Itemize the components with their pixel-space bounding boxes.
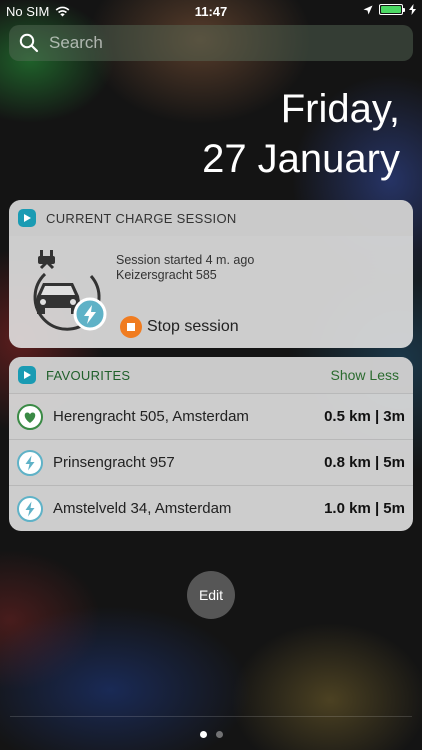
- play-icon: [24, 214, 31, 222]
- play-icon: [24, 371, 31, 379]
- stop-square: [127, 323, 135, 331]
- search-input[interactable]: [47, 32, 381, 54]
- charge-session-header[interactable]: CURRENT CHARGE SESSION: [9, 200, 413, 236]
- search-icon: [19, 33, 39, 53]
- favourite-item[interactable]: Prinsengracht 957 0.8 km | 5m: [9, 439, 413, 485]
- favourite-distance: 0.5 km | 3m: [324, 408, 405, 425]
- stop-icon: [120, 316, 142, 338]
- date-display: Friday, 27 January: [202, 84, 400, 184]
- page-indicator[interactable]: [0, 731, 422, 738]
- charge-session-widget[interactable]: CURRENT CHARGE SESSION Session started 4…: [9, 200, 413, 348]
- battery-icon: [379, 4, 405, 15]
- favourite-item[interactable]: Herengracht 505, Amsterdam 0.5 km | 3m: [9, 393, 413, 439]
- stop-session-label: Stop session: [147, 318, 239, 335]
- location-arrow-icon: [363, 5, 373, 14]
- favourites-header[interactable]: FAVOURITES Show Less: [9, 357, 413, 393]
- page-dot: [215, 731, 223, 738]
- favourite-name: Herengracht 505, Amsterdam: [53, 408, 249, 425]
- lightning-icon: [17, 495, 43, 522]
- favourites-widget[interactable]: FAVOURITES Show Less Herengracht 505, Am…: [9, 357, 413, 531]
- favourite-distance: 0.8 km | 5m: [324, 454, 405, 471]
- session-info: Session started 4 m. ago Keizersgracht 5…: [116, 253, 254, 283]
- page-dot-active: [199, 731, 207, 738]
- favourite-distance: 1.0 km | 5m: [324, 500, 405, 517]
- search-bar[interactable]: [9, 25, 413, 61]
- status-bar: No SIM 11:47: [0, 0, 422, 22]
- car-charging-icon: [33, 250, 107, 331]
- favourite-name: Prinsengracht 957: [53, 454, 175, 471]
- app-icon: [18, 209, 36, 227]
- divider: [10, 716, 412, 717]
- favourite-item[interactable]: Amstelveld 34, Amsterdam 1.0 km | 5m: [9, 485, 413, 531]
- battery-fill: [381, 6, 401, 13]
- show-less-button[interactable]: Show Less: [331, 367, 399, 383]
- edit-button[interactable]: Edit: [187, 571, 235, 619]
- stop-session-button[interactable]: Stop session: [120, 316, 239, 338]
- favourite-name: Amstelveld 34, Amsterdam: [53, 500, 232, 517]
- favourites-title: FAVOURITES: [46, 367, 131, 383]
- lightning-icon: [17, 449, 43, 476]
- session-location-text: Keizersgracht 585: [116, 268, 217, 282]
- status-time: 11:47: [194, 4, 228, 19]
- day-label: Friday,: [280, 87, 400, 131]
- date-label: 27 January: [202, 137, 400, 181]
- status-right: [363, 4, 416, 15]
- charge-session-body: Session started 4 m. ago Keizersgracht 5…: [9, 236, 413, 348]
- heart-icon: [17, 403, 43, 430]
- charging-bolt-icon: [409, 4, 416, 15]
- session-started-text: Session started 4 m. ago: [116, 253, 255, 267]
- app-icon: [18, 366, 36, 384]
- charge-session-title: CURRENT CHARGE SESSION: [46, 210, 237, 226]
